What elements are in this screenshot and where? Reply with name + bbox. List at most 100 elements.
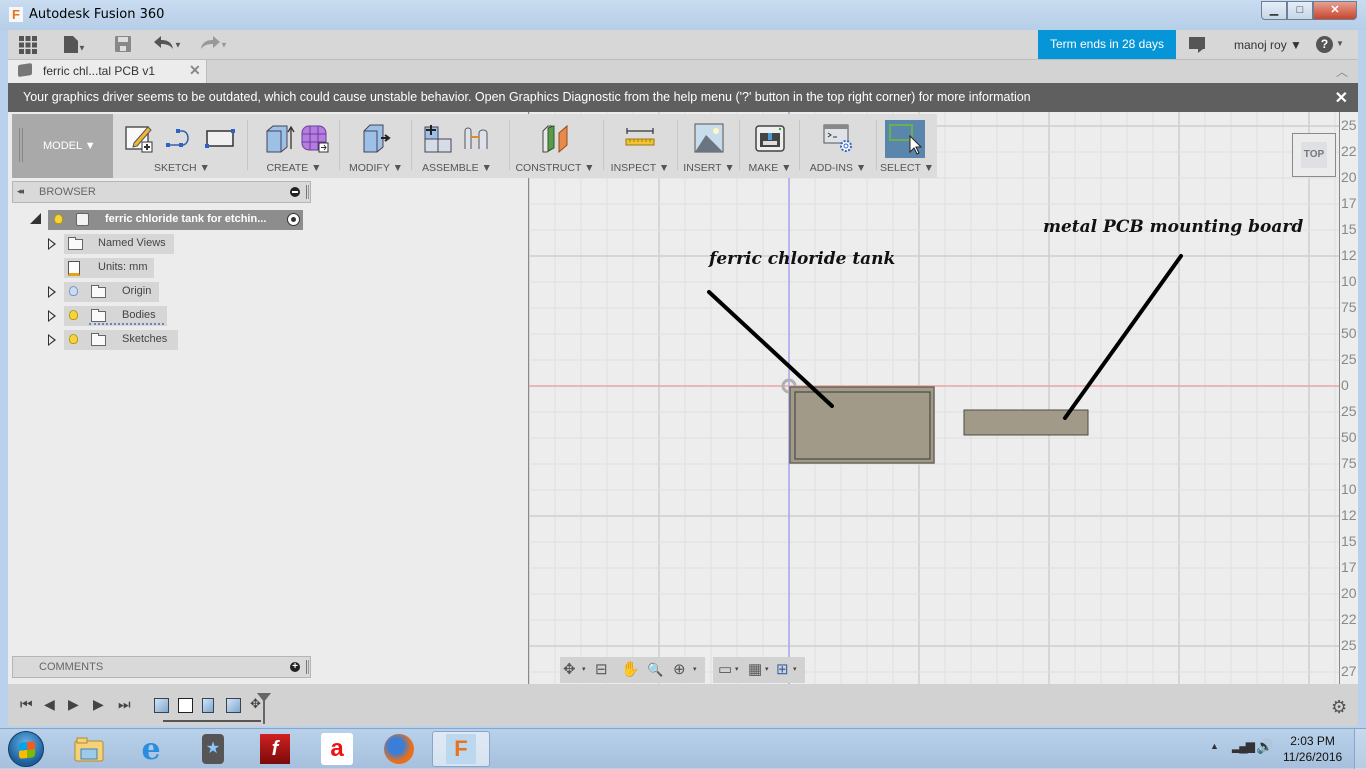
- volume-icon[interactable]: 🔊: [1256, 738, 1273, 755]
- timeline-marker[interactable]: [257, 693, 271, 724]
- named-views-node[interactable]: Named Views: [64, 234, 174, 254]
- modify-menu[interactable]: MODIFY ▼: [341, 162, 411, 174]
- timeline-body-icon[interactable]: [226, 698, 241, 713]
- save-button[interactable]: [115, 36, 131, 56]
- grid-settings-icon[interactable]: ▦: [748, 661, 762, 679]
- create-sketch-icon[interactable]: [124, 123, 154, 153]
- sketch-menu[interactable]: SKETCH ▼: [117, 162, 247, 174]
- inspect-menu[interactable]: INSPECT ▼: [605, 162, 675, 174]
- viewports-chevron-icon[interactable]: ▾: [793, 665, 797, 673]
- offset-plane-icon[interactable]: [540, 123, 570, 153]
- close-warning-icon[interactable]: ✕: [1335, 88, 1348, 108]
- expand-triangle-icon[interactable]: [48, 310, 56, 322]
- orbit-icon[interactable]: ✥: [563, 661, 576, 679]
- orbit-chevron-icon[interactable]: ▾: [582, 665, 586, 673]
- document-tab[interactable]: ferric chl...tal PCB v1 ✕: [8, 60, 207, 83]
- expand-triangle-icon[interactable]: [48, 238, 56, 250]
- visibility-bulb-icon[interactable]: [54, 214, 63, 224]
- timeline-body-icon[interactable]: [154, 698, 169, 713]
- fit-chevron-icon[interactable]: ▾: [693, 665, 697, 673]
- maximize-button[interactable]: □: [1287, 1, 1313, 20]
- workspace-switcher[interactable]: MODEL ▼: [12, 114, 113, 178]
- pin-comments-icon[interactable]: [306, 660, 309, 674]
- browser-item-bodies[interactable]: Bodies: [48, 306, 188, 326]
- browser-item-units[interactable]: Units: mm: [48, 258, 188, 278]
- browser-root-row[interactable]: ferric chloride tank for etchin...: [28, 210, 308, 230]
- pin-browser-icon[interactable]: [306, 185, 309, 199]
- show-hidden-icons[interactable]: ▲: [1210, 741, 1219, 751]
- addins-menu[interactable]: ADD-INS ▼: [801, 162, 875, 174]
- browser-item-origin[interactable]: Origin: [48, 282, 188, 302]
- scripts-addins-icon[interactable]: [823, 123, 853, 153]
- make-menu[interactable]: MAKE ▼: [741, 162, 799, 174]
- start-button[interactable]: [8, 731, 44, 767]
- grid-chevron-icon[interactable]: ▾: [765, 665, 769, 673]
- expanded-triangle-icon[interactable]: [30, 213, 41, 224]
- visibility-bulb-icon[interactable]: [69, 334, 78, 344]
- measure-icon[interactable]: [625, 123, 655, 153]
- units-node[interactable]: Units: mm: [64, 258, 154, 278]
- spline-icon[interactable]: [165, 123, 195, 153]
- taskbar-star-app[interactable]: ★: [184, 731, 242, 767]
- create-form-icon[interactable]: [299, 123, 329, 153]
- pan-icon[interactable]: ✋: [621, 661, 640, 679]
- viewports-icon[interactable]: ⊞: [776, 661, 789, 679]
- insert-image-icon[interactable]: [694, 123, 724, 153]
- extrude-icon[interactable]: [265, 123, 295, 153]
- origin-node[interactable]: Origin: [64, 282, 159, 302]
- taskbar-firefox[interactable]: [370, 731, 428, 767]
- visibility-bulb-icon[interactable]: [69, 310, 78, 320]
- add-comment-icon[interactable]: +: [290, 662, 300, 672]
- visibility-bulb-off-icon[interactable]: [69, 286, 78, 296]
- play-icon[interactable]: ▶: [93, 696, 104, 712]
- select-menu[interactable]: SELECT ▼: [878, 162, 936, 174]
- select-tool-button[interactable]: [885, 120, 925, 158]
- active-component-radio-icon[interactable]: [287, 213, 300, 226]
- timeline-sketch-icon[interactable]: [178, 698, 193, 713]
- taskbar-internet-explorer[interactable]: e: [122, 731, 180, 767]
- close-window-button[interactable]: ✕: [1313, 1, 1357, 20]
- go-to-end-icon[interactable]: ⏭: [118, 696, 131, 712]
- network-signal-icon[interactable]: ▂▄▆: [1232, 739, 1255, 753]
- view-cube-top-face[interactable]: TOP: [1301, 142, 1327, 168]
- assemble-menu[interactable]: ASSEMBLE ▼: [413, 162, 501, 174]
- zoom-icon[interactable]: 🔍: [647, 661, 663, 679]
- browser-root-item[interactable]: ferric chloride tank for etchin...: [48, 210, 303, 230]
- rectangle-icon[interactable]: [205, 123, 235, 153]
- collapse-browser-icon[interactable]: ◂◂: [17, 186, 24, 197]
- user-menu[interactable]: manoj roy ▼: [1234, 38, 1302, 52]
- minimize-browser-icon[interactable]: [290, 187, 300, 197]
- step-back-icon[interactable]: ◀: [44, 696, 55, 712]
- view-cube[interactable]: TOP: [1292, 133, 1336, 177]
- show-desktop-button[interactable]: [1354, 729, 1366, 769]
- construct-menu[interactable]: CONSTRUCT ▼: [511, 162, 599, 174]
- 3d-print-icon[interactable]: [755, 123, 785, 153]
- chat-icon[interactable]: [1189, 37, 1205, 53]
- term-badge[interactable]: Term ends in 28 days: [1038, 30, 1176, 59]
- collapse-chevron-icon[interactable]: ︿: [1336, 63, 1348, 80]
- taskbar-flash-player[interactable]: f: [246, 731, 304, 767]
- bodies-node[interactable]: Bodies: [64, 306, 167, 326]
- close-tab-icon[interactable]: ✕: [189, 62, 201, 79]
- minimize-button[interactable]: ▁: [1261, 1, 1287, 20]
- insert-menu[interactable]: INSERT ▼: [679, 162, 739, 174]
- joint-icon[interactable]: [461, 123, 491, 153]
- go-to-start-icon[interactable]: ⏮: [20, 696, 33, 712]
- taskbar-fusion-360[interactable]: F: [432, 731, 490, 767]
- viewport-canvas[interactable]: ferric chloride tank metal PCB mounting b…: [528, 112, 1339, 684]
- fit-icon[interactable]: ⊕: [673, 661, 686, 679]
- expand-triangle-icon[interactable]: [48, 334, 56, 346]
- step-forward-icon[interactable]: ▶: [68, 696, 79, 712]
- redo-button[interactable]: ▼: [200, 36, 228, 55]
- browser-item-named-views[interactable]: Named Views: [48, 234, 188, 254]
- timeline-settings-icon[interactable]: ⚙: [1331, 697, 1347, 718]
- create-menu[interactable]: CREATE ▼: [249, 162, 339, 174]
- help-chevron-icon[interactable]: ▼: [1336, 39, 1344, 48]
- timeline-extrude-icon[interactable]: [202, 698, 214, 713]
- look-at-icon[interactable]: ⊟: [595, 661, 608, 679]
- display-chevron-icon[interactable]: ▾: [735, 665, 739, 673]
- help-icon[interactable]: ?: [1316, 36, 1333, 53]
- clock[interactable]: 2:03 PM 11/26/2016: [1283, 733, 1342, 765]
- press-pull-icon[interactable]: [361, 123, 391, 153]
- sketches-node[interactable]: Sketches: [64, 330, 178, 350]
